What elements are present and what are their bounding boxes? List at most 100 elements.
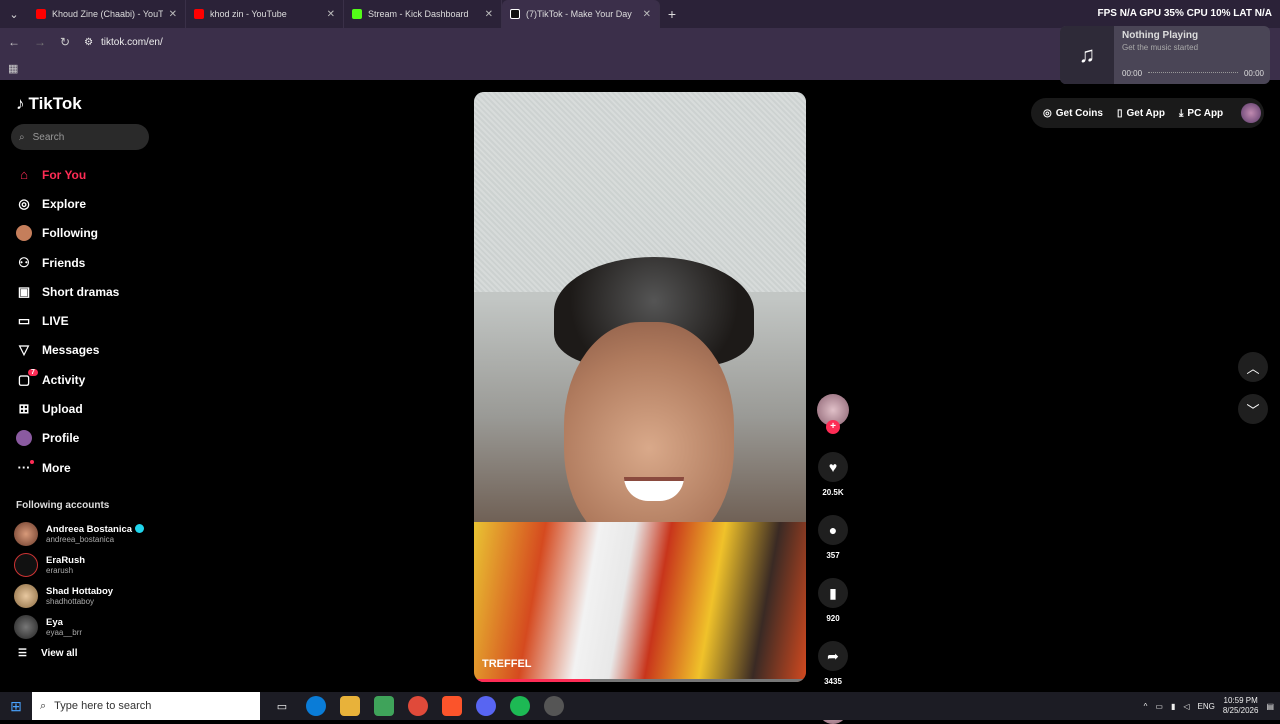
comment-count: 357 [826, 551, 840, 560]
tab-search-icon[interactable]: ⌄ [0, 0, 28, 28]
tiktok-logo[interactable]: ♪ TikTok [16, 94, 82, 114]
video-subject-face [564, 322, 734, 552]
following-accounts-title: Following accounts [16, 500, 110, 511]
get-app-label: Get App [1126, 107, 1165, 119]
task-view-icon[interactable]: ▭ [272, 696, 292, 716]
app-icon[interactable] [544, 696, 564, 716]
brave-icon[interactable] [442, 696, 462, 716]
nav-short-dramas[interactable]: ▣ Short dramas [0, 277, 160, 306]
notification-dot [30, 459, 34, 464]
comment-icon[interactable]: ● [818, 515, 848, 545]
spotify-icon[interactable] [510, 696, 530, 716]
discord-icon[interactable] [476, 696, 496, 716]
video-progress-bar[interactable] [474, 679, 806, 682]
search-input[interactable]: ⌕ Search [11, 124, 149, 150]
youtube-icon [36, 9, 46, 19]
tab-1[interactable]: Khoud Zine (Chaabi) - YouTube ✕ [28, 0, 186, 28]
apps-grid-icon[interactable]: ▦ [8, 62, 18, 75]
store-icon[interactable] [374, 696, 394, 716]
nav-friends[interactable]: ⚇ Friends [0, 248, 160, 277]
account-name: EraRush [46, 554, 86, 566]
close-icon[interactable]: ✕ [169, 9, 177, 20]
account-item[interactable]: EraRush erarush [14, 549, 154, 580]
site-info-icon[interactable]: ⚙ [84, 37, 93, 48]
music-subtitle: Get the music started [1122, 43, 1199, 52]
tab-title: Stream - Kick Dashboard [368, 9, 469, 19]
chevron-up-icon[interactable]: ^ [1144, 702, 1148, 711]
nav-explore[interactable]: ◎ Explore [0, 189, 160, 218]
profile-avatar[interactable] [1241, 103, 1262, 123]
windows-start-icon[interactable]: ⊞ [0, 692, 32, 720]
music-time-start: 00:00 [1122, 69, 1143, 78]
follow-plus-icon[interactable]: + [826, 420, 840, 434]
new-tab-button[interactable]: + [660, 6, 684, 22]
nav-label: Messages [42, 343, 100, 358]
send-icon: ▽ [19, 342, 29, 358]
nav-live[interactable]: ▭ LIVE [0, 306, 160, 335]
tab-4[interactable]: (7)TikTok - Make Your Day ✕ [502, 0, 660, 28]
pc-app-button[interactable]: ⤓ PC App [1179, 108, 1223, 119]
logo-text: TikTok [28, 94, 82, 113]
profile-avatar-icon [16, 430, 32, 447]
nav-following[interactable]: Following [0, 219, 160, 248]
language-indicator[interactable]: ENG [1198, 702, 1215, 711]
music-progress[interactable] [1148, 72, 1238, 75]
edge-icon[interactable] [306, 696, 326, 716]
previous-video-button[interactable]: ︿ [1238, 352, 1268, 382]
get-app-button[interactable]: ▯ Get App [1117, 108, 1165, 119]
kick-icon [352, 9, 362, 19]
verified-icon [135, 524, 145, 534]
forward-icon[interactable]: → [34, 35, 46, 49]
nav-label: Friends [42, 255, 86, 270]
file-explorer-icon[interactable] [340, 696, 360, 716]
save-action[interactable]: ▮ 920 [816, 578, 850, 623]
nav-messages[interactable]: ▽ Messages [0, 336, 160, 365]
share-icon[interactable]: ➦ [818, 641, 848, 671]
account-item[interactable]: Shad Hottaboy shadhottaboy [14, 580, 154, 611]
account-item[interactable]: Eya eyaa__brr [14, 611, 154, 642]
reload-icon[interactable]: ↻ [60, 35, 70, 49]
tab-title: (7)TikTok - Make Your Day [526, 9, 632, 19]
pc-app-label: PC App [1187, 107, 1224, 119]
nav-activity[interactable]: ▢ 7 Activity [0, 365, 160, 394]
bookmark-icon[interactable]: ▮ [818, 578, 848, 608]
account-item[interactable]: Andreea Bostanica andreea_bostanica [14, 518, 154, 549]
back-icon[interactable]: ← [8, 35, 20, 49]
nav-label: Following [42, 226, 98, 241]
avatar [14, 583, 38, 608]
microphone-icon[interactable]: ▮ [1171, 702, 1175, 711]
volume-icon[interactable]: ◁ [1183, 702, 1189, 711]
nav-for-you[interactable]: ⌂ For You [0, 160, 160, 189]
clock-time: 10:59 PM [1223, 696, 1258, 705]
nav-upload[interactable]: ⊞ Upload [0, 394, 160, 423]
heart-icon[interactable]: ♥ [818, 452, 848, 482]
share-action[interactable]: ➦ 3435 [816, 641, 850, 686]
close-icon[interactable]: ✕ [643, 9, 651, 20]
nav-profile[interactable]: Profile [0, 424, 160, 453]
music-time-end: 00:00 [1243, 69, 1264, 78]
video-player[interactable]: TREFFEL [474, 92, 806, 682]
close-icon[interactable]: ✕ [485, 9, 493, 20]
tab-3[interactable]: Stream - Kick Dashboard ✕ [344, 0, 502, 28]
view-all-button[interactable]: ☰ View all [18, 648, 77, 659]
nav-label: Short dramas [42, 284, 120, 299]
taskbar-search-input[interactable]: ⌕ Type here to search [32, 692, 260, 720]
video-caption: TREFFEL [482, 658, 532, 670]
like-action[interactable]: ♥ 20.5K [816, 452, 850, 497]
network-icon[interactable]: ▭ [1155, 702, 1163, 711]
comment-action[interactable]: ● 357 [816, 515, 850, 560]
clock[interactable]: 10:59 PM 8/25/2026 [1223, 696, 1259, 716]
tab-2[interactable]: khod zin - YouTube ✕ [186, 0, 344, 28]
chrome-icon[interactable] [408, 696, 428, 716]
url-field[interactable]: ⚙ tiktok.com/en/ [84, 37, 163, 48]
get-coins-button[interactable]: ◎ Get Coins [1043, 108, 1103, 119]
next-video-button[interactable]: ﹀ [1238, 394, 1268, 424]
close-icon[interactable]: ✕ [327, 9, 335, 20]
nav-more[interactable]: ··· More [0, 453, 160, 482]
nav-label: Activity [42, 372, 86, 387]
account-name: Andreea Bostanica [46, 523, 133, 535]
creator-avatar[interactable]: + [817, 394, 849, 434]
save-count: 920 [826, 614, 840, 623]
home-icon: ⌂ [20, 167, 28, 183]
notifications-icon[interactable]: ▤ [1266, 702, 1274, 711]
